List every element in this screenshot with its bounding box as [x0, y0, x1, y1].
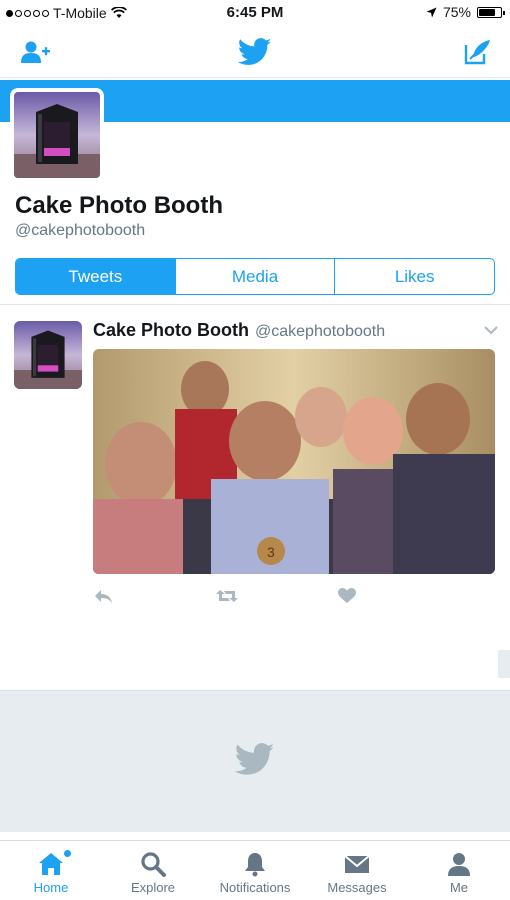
tab-tweets[interactable]: Tweets [16, 259, 176, 294]
compose-tweet-icon [464, 40, 490, 65]
tweet-avatar[interactable] [14, 321, 82, 389]
person-icon [448, 853, 470, 876]
battery-percent: 75% [442, 4, 471, 20]
nav-header [0, 26, 510, 78]
location-arrow-icon [426, 7, 437, 17]
reply-button[interactable] [93, 588, 113, 609]
tab-bar-label: Explore [130, 880, 176, 895]
like-icon [338, 588, 356, 603]
tweet-actions [93, 588, 393, 610]
tweet-author-handle[interactable]: @cakephotobooth [255, 323, 385, 341]
status-bar: T-Mobile 6:45 PM 75% [0, 0, 510, 26]
tab-likes[interactable]: Likes [335, 259, 494, 294]
photo-booth-image [14, 92, 100, 178]
tab-bar-label: Me [449, 880, 469, 895]
bell-icon [245, 853, 265, 877]
group-photo-image: 3 [93, 349, 495, 574]
tab-bar-notifications[interactable]: Notifications [204, 841, 306, 900]
add-user-button[interactable] [20, 36, 52, 68]
bottom-tab-bar: Home Explore Notifications Messages Me [0, 840, 510, 900]
twitter-bird-icon [238, 38, 272, 65]
like-button[interactable] [338, 588, 356, 609]
profile-avatar[interactable] [10, 88, 104, 182]
loading-area [0, 690, 510, 832]
status-right: 75% [426, 4, 505, 20]
home-icon [39, 853, 63, 875]
add-user-icon [21, 41, 50, 63]
tweet-author-name[interactable]: Cake Photo Booth [93, 320, 249, 341]
profile-handle: @cakephotobooth [15, 222, 146, 239]
tab-bar-label: Home [33, 880, 69, 895]
reply-icon [95, 590, 112, 603]
photo-booth-image [14, 321, 82, 389]
envelope-icon [344, 855, 370, 873]
twitter-home-logo[interactable] [237, 36, 273, 68]
chevron-down-icon[interactable] [484, 326, 498, 335]
new-content-dot [64, 850, 71, 857]
svg-text:3: 3 [267, 544, 275, 560]
tweet-photo[interactable]: 3 [93, 349, 495, 574]
tab-bar-me[interactable]: Me [408, 841, 510, 900]
tab-bar-messages[interactable]: Messages [306, 841, 408, 900]
search-icon [141, 852, 166, 877]
profile-tabs: Tweets Media Likes [15, 258, 495, 295]
tab-bar-label: Messages [327, 880, 387, 895]
retweet-icon [216, 590, 238, 602]
battery-icon [477, 6, 505, 18]
retweet-button[interactable] [215, 588, 239, 609]
tweet-header: Cake Photo Booth @cakephotobooth [93, 320, 498, 344]
tab-media[interactable]: Media [176, 259, 336, 294]
divider [0, 304, 510, 305]
tab-bar-label: Notifications [219, 880, 291, 895]
twitter-bird-icon [235, 743, 275, 775]
tab-bar-explore[interactable]: Explore [102, 841, 204, 900]
compose-tweet-button[interactable] [462, 36, 494, 68]
scrollbar-thumb[interactable] [498, 650, 510, 678]
profile-name: Cake Photo Booth [15, 192, 223, 219]
tab-bar-home[interactable]: Home [0, 841, 102, 900]
